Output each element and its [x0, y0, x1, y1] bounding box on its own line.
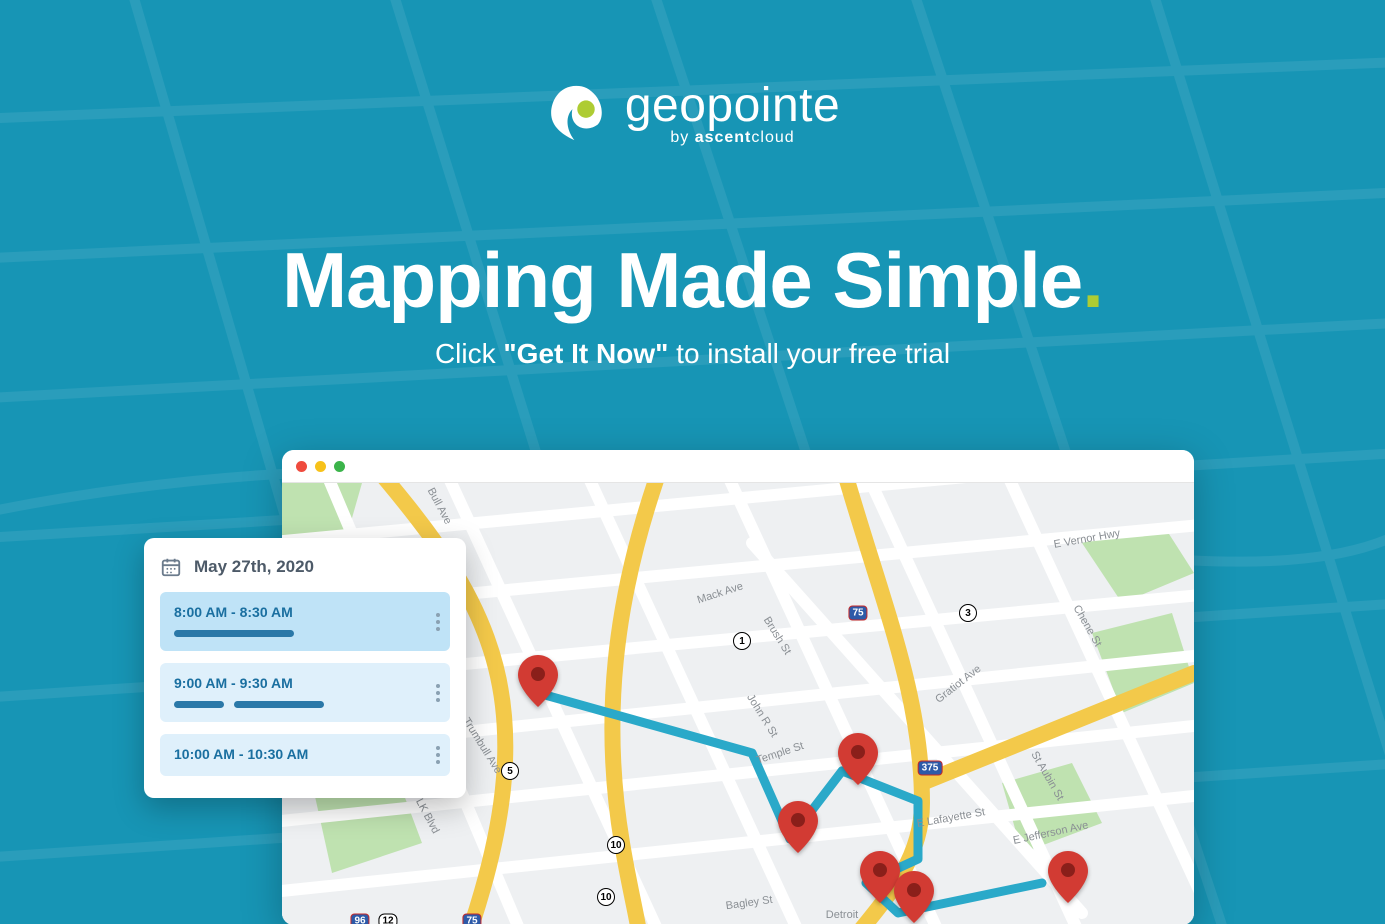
- brand-text-left: ge: [625, 79, 679, 132]
- schedule-slot-time: 8:00 AM - 8:30 AM: [174, 604, 436, 620]
- highway-shield-icon: 12: [378, 914, 397, 924]
- headline-dot: .: [1082, 236, 1103, 324]
- map-pin-icon[interactable]: [518, 655, 558, 707]
- schedule-date: May 27th, 2020: [194, 557, 314, 577]
- kebab-menu-icon[interactable]: [436, 681, 440, 705]
- schedule-slot-time: 10:00 AM - 10:30 AM: [174, 746, 436, 762]
- kebab-menu-icon[interactable]: [436, 610, 440, 634]
- map-pin-icon[interactable]: [894, 871, 934, 923]
- subline-prefix: Click: [435, 338, 503, 369]
- highway-shield-icon: 1: [733, 632, 751, 650]
- logo-mark-icon: [545, 82, 607, 144]
- highway-shield-icon: 75: [848, 606, 867, 621]
- highway-shield-icon: 375: [918, 761, 943, 776]
- hero-stage: geopointe by ascentcloud Mapping Made Si…: [0, 0, 1385, 924]
- placeholder-bar: [174, 701, 224, 708]
- brand-text-right: pointe: [706, 79, 840, 132]
- highway-shield-icon: 10: [607, 836, 625, 854]
- brand-sub-suffix: cloud: [751, 129, 794, 146]
- schedule-slot[interactable]: 9:00 AM - 9:30 AM: [160, 663, 450, 722]
- schedule-card: May 27th, 2020 8:00 AM - 8:30 AM 9:00 AM …: [144, 538, 466, 798]
- hero-headline: Mapping Made Simple.: [0, 235, 1385, 326]
- schedule-slot-time: 9:00 AM - 9:30 AM: [174, 675, 436, 691]
- highway-shield-icon: 3: [959, 604, 977, 622]
- highway-shield-icon: 10: [597, 888, 615, 906]
- schedule-header: May 27th, 2020: [160, 556, 450, 578]
- subline-bold: "Get It Now": [503, 338, 668, 369]
- traffic-light-zoom-icon[interactable]: [334, 461, 345, 472]
- schedule-slot[interactable]: 10:00 AM - 10:30 AM: [160, 734, 450, 776]
- subline-suffix: to install your free trial: [668, 338, 950, 369]
- placeholder-bar: [174, 630, 294, 637]
- map-pin-icon[interactable]: [1048, 851, 1088, 903]
- calendar-icon: [160, 556, 182, 578]
- brand-text-o: o: [679, 78, 706, 133]
- headline-text: Mapping Made Simple: [282, 236, 1082, 324]
- map-pin-icon[interactable]: [838, 733, 878, 785]
- traffic-light-minimize-icon[interactable]: [315, 461, 326, 472]
- schedule-slot-bars: [174, 630, 436, 637]
- map-pin-icon[interactable]: [778, 801, 818, 853]
- highway-shield-icon: 75: [462, 914, 481, 924]
- brand-logo: geopointe by ascentcloud: [545, 78, 840, 147]
- hero-subline: Click "Get It Now" to install your free …: [0, 338, 1385, 370]
- schedule-slot-list: 8:00 AM - 8:30 AM 9:00 AM - 9:30 AM 10:00 …: [160, 592, 450, 776]
- schedule-slot[interactable]: 8:00 AM - 8:30 AM: [160, 592, 450, 651]
- placeholder-bar: [234, 701, 324, 708]
- window-titlebar: [282, 450, 1194, 483]
- schedule-slot-bars: [174, 701, 436, 708]
- street-label: Detroit: [826, 909, 858, 921]
- highway-shield-icon: 5: [501, 762, 519, 780]
- logo-text: geopointe by ascentcloud: [625, 78, 840, 147]
- kebab-menu-icon[interactable]: [436, 743, 440, 767]
- highway-shield-icon: 96: [350, 914, 369, 924]
- traffic-light-close-icon[interactable]: [296, 461, 307, 472]
